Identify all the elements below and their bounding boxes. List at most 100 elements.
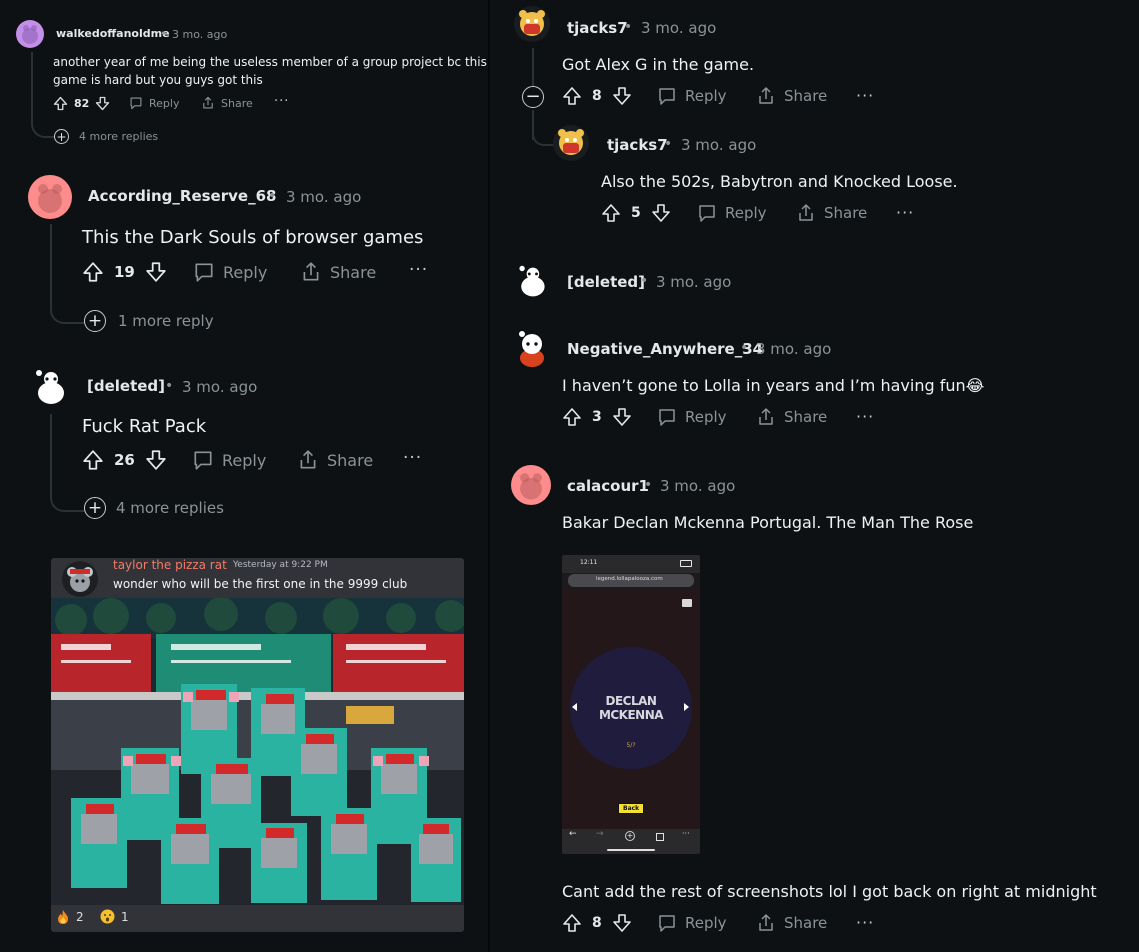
reaction-fire[interactable]: 2 — [56, 909, 84, 925]
downvote-icon[interactable] — [95, 96, 110, 111]
avatar[interactable] — [511, 465, 551, 505]
snoo-icon — [36, 370, 64, 404]
timestamp[interactable]: 3 mo. ago — [182, 378, 257, 396]
reply-button[interactable]: Reply — [192, 449, 266, 471]
username[interactable]: [deleted] — [87, 377, 165, 395]
more-options-icon[interactable]: ··· — [856, 86, 874, 105]
reply-button[interactable]: Reply — [657, 913, 727, 933]
vote-group: 82 — [53, 96, 110, 111]
share-button[interactable]: Share — [297, 449, 373, 471]
share-button[interactable]: Share — [300, 261, 376, 283]
battery-icon — [680, 560, 692, 567]
share-icon — [203, 96, 213, 109]
collapse-thread-icon[interactable]: − — [522, 86, 544, 108]
username[interactable]: walkedoffanoldme — [56, 27, 170, 40]
share-button[interactable]: Share — [756, 407, 827, 427]
browser-new-tab-icon: + — [625, 831, 635, 841]
timestamp[interactable]: 3 mo. ago — [660, 477, 735, 495]
more-options-icon[interactable]: ··· — [403, 448, 422, 468]
more-replies-button[interactable]: + 1 more reply — [84, 310, 214, 332]
reply-label: Reply — [223, 262, 268, 282]
username[interactable]: Negative_Anywhere_34 — [567, 340, 763, 358]
share-label: Share — [784, 914, 828, 932]
reply-button[interactable]: Reply — [657, 407, 727, 427]
avatar[interactable] — [16, 20, 44, 48]
comment-icon — [659, 915, 675, 932]
more-replies-button[interactable]: + 4 more replies — [54, 129, 158, 144]
username[interactable]: calacour1 — [567, 477, 649, 495]
downvote-icon[interactable] — [145, 261, 167, 283]
reply-button[interactable]: Reply — [193, 261, 267, 283]
thread-line — [532, 48, 534, 88]
comment-text-followup: Cant add the rest of screenshots lol I g… — [562, 882, 1097, 901]
comment-text-line2: game is hard but you guys got this — [53, 73, 263, 87]
username[interactable]: According_Reserve_68 — [88, 187, 276, 205]
more-options-icon[interactable]: ··· — [409, 260, 428, 280]
timestamp[interactable]: 3 mo. ago — [656, 273, 731, 291]
share-button[interactable]: Share — [756, 86, 827, 106]
comment-text: This the Dark Souls of browser games — [82, 227, 424, 248]
vote-group: 8 — [562, 913, 632, 933]
reaction-surprised[interactable]: 1 — [100, 909, 129, 924]
upvote-icon[interactable] — [601, 203, 621, 223]
discord-avatar — [62, 561, 98, 597]
comment-text: I haven’t gone to Lolla in years and I’m… — [562, 376, 984, 395]
laughing-emoji-icon: 😂 — [965, 376, 985, 395]
avatar[interactable] — [28, 175, 72, 219]
discord-screenshot[interactable]: taylor the pizza rat Yesterday at 9:22 P… — [51, 558, 464, 932]
vote-group: 3 — [562, 407, 632, 427]
share-button[interactable]: Share — [756, 913, 827, 933]
vote-count: 26 — [114, 451, 135, 469]
timestamp[interactable]: 3 mo. ago — [756, 340, 831, 358]
downvote-icon[interactable] — [145, 449, 167, 471]
expand-icon: + — [84, 497, 106, 519]
timestamp[interactable]: 3 mo. ago — [286, 188, 361, 206]
share-label: Share — [221, 96, 253, 110]
more-options-icon[interactable]: ··· — [896, 203, 914, 222]
comment-text-content: I haven’t gone to Lolla in years and I’m… — [562, 376, 966, 395]
avatar[interactable] — [514, 262, 550, 302]
upvote-icon[interactable] — [562, 913, 582, 933]
username[interactable]: tjacks7 — [567, 19, 628, 37]
comment-text: Got Alex G in the game. — [562, 55, 755, 74]
more-options-icon[interactable]: ··· — [856, 407, 874, 426]
upvote-icon[interactable] — [562, 407, 582, 427]
more-replies-label: 4 more replies — [116, 499, 224, 517]
downvote-icon[interactable] — [612, 913, 632, 933]
avatar[interactable] — [514, 6, 550, 42]
timestamp[interactable]: 3 mo. ago — [681, 136, 756, 154]
more-replies-button[interactable]: + 4 more replies — [84, 497, 224, 519]
share-icon — [300, 450, 316, 469]
share-button[interactable]: Share — [796, 203, 867, 223]
share-button[interactable]: Share — [201, 96, 253, 110]
username[interactable]: [deleted] — [567, 273, 645, 291]
username[interactable]: tjacks7 — [607, 136, 668, 154]
vote-count: 82 — [74, 97, 90, 110]
downvote-icon[interactable] — [612, 86, 632, 106]
reply-button[interactable]: Reply — [657, 86, 727, 106]
share-icon — [759, 408, 773, 425]
phone-screenshot[interactable]: 12:11 legend.lollapalooza.com DECLAN MCK… — [562, 555, 700, 854]
downvote-icon[interactable] — [612, 407, 632, 427]
url-text: legend.lollapalooza.com — [596, 576, 663, 582]
reaction-count: 1 — [121, 909, 129, 924]
avatar[interactable] — [514, 328, 550, 368]
reply-button[interactable]: Reply — [129, 96, 179, 110]
downvote-icon[interactable] — [651, 203, 671, 223]
more-options-icon[interactable]: ··· — [856, 913, 874, 932]
vote-group: 8 — [562, 86, 632, 106]
reply-button[interactable]: Reply — [697, 203, 767, 223]
upvote-icon[interactable] — [53, 96, 68, 111]
timestamp[interactable]: 3 mo. ago — [641, 19, 716, 37]
timestamp[interactable]: 3 mo. ago — [172, 28, 227, 41]
more-options-icon[interactable]: ··· — [274, 94, 289, 109]
reply-label: Reply — [685, 914, 727, 932]
avatar[interactable] — [30, 366, 70, 410]
comment-text: Bakar Declan Mckenna Portugal. The Man T… — [562, 513, 974, 532]
share-label: Share — [330, 262, 377, 282]
avatar[interactable] — [553, 125, 589, 161]
browser-back-icon: ← — [569, 829, 577, 839]
upvote-icon[interactable] — [562, 86, 582, 106]
comment-text: Fuck Rat Pack — [82, 416, 207, 437]
discord-author: taylor the pizza rat — [113, 558, 227, 572]
